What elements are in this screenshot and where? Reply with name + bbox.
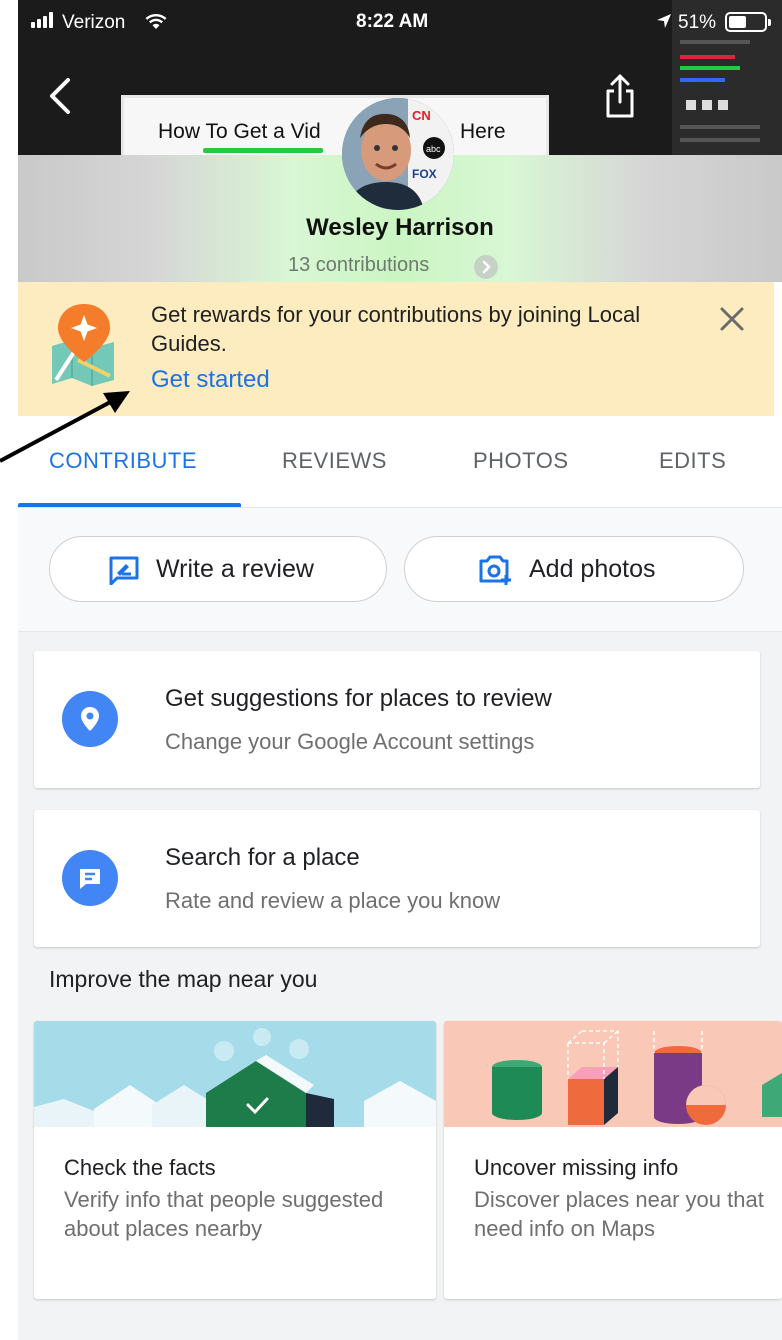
- close-icon[interactable]: [715, 302, 749, 336]
- tile-title: Uncover missing info: [474, 1155, 679, 1180]
- tab-edits[interactable]: EDITS: [659, 448, 726, 474]
- houses-illustration: [34, 1021, 436, 1127]
- add-photos-label: Add photos: [529, 555, 656, 583]
- tile-description: Verify info that people suggested about …: [64, 1187, 384, 1241]
- svg-text:FOX: FOX: [412, 167, 437, 181]
- avatar[interactable]: CN abc FOX: [342, 98, 454, 210]
- chevron-right-icon[interactable]: [474, 255, 498, 279]
- write-review-label: Write a review: [156, 555, 314, 583]
- card-title: Search for a place: [165, 844, 360, 871]
- status-bar: Verizon 8:22 AM 51%: [18, 0, 782, 46]
- avatar-photo: CN abc FOX: [342, 98, 454, 210]
- svg-text:CN: CN: [412, 108, 431, 123]
- location-pin-icon: [62, 691, 118, 747]
- section-heading: Improve the map near you: [49, 966, 318, 992]
- svg-text:abc: abc: [426, 144, 441, 154]
- wifi-icon: [145, 14, 167, 29]
- video-title-left: How To Get a Vid: [158, 120, 321, 143]
- tile-title: Check the facts: [64, 1155, 216, 1180]
- card-title: Get suggestions for places to review: [165, 685, 552, 712]
- tab-photos[interactable]: PHOTOS: [473, 448, 569, 474]
- carrier-name: Verizon: [62, 12, 126, 33]
- chat-icon: [62, 850, 118, 906]
- signal-icon: [31, 12, 53, 28]
- video-title-underline: [203, 148, 323, 153]
- rate-review-icon: [109, 556, 139, 585]
- status-time: 8:22 AM: [356, 11, 429, 32]
- write-review-button[interactable]: Write a review: [49, 536, 387, 602]
- add-photos-button[interactable]: Add photos: [404, 536, 744, 602]
- battery-level: [729, 16, 746, 28]
- add-photo-icon: [479, 555, 511, 585]
- check-facts-tile[interactable]: Check the facts Verify info that people …: [34, 1021, 436, 1299]
- get-started-link[interactable]: Get started: [151, 366, 270, 394]
- tile-description: Discover places near you that need info …: [474, 1187, 764, 1241]
- local-guides-map-icon: [52, 304, 114, 386]
- profile-name: Wesley Harrison: [306, 214, 494, 241]
- shapes-illustration: [444, 1021, 782, 1127]
- search-place-card[interactable]: Search for a place Rate and review a pla…: [34, 810, 760, 947]
- location-arrow-icon: [657, 14, 671, 28]
- quick-actions: Write a review Add photos: [18, 508, 782, 632]
- share-button[interactable]: [600, 72, 640, 120]
- promo-text: Get rewards for your contributions by jo…: [151, 302, 641, 356]
- suggestions-card[interactable]: Get suggestions for places to review Cha…: [34, 651, 760, 788]
- contributions-count[interactable]: 13 contributions: [288, 254, 429, 277]
- active-tab-indicator: [18, 503, 241, 507]
- tab-reviews[interactable]: REVIEWS: [282, 448, 387, 474]
- card-subtitle: Change your Google Account settings: [165, 729, 535, 754]
- missing-info-tile[interactable]: Uncover missing info Discover places nea…: [444, 1021, 782, 1299]
- card-subtitle: Rate and review a place you know: [165, 888, 501, 913]
- battery-icon: [725, 12, 771, 32]
- contribute-content: Write a review Add photos Get suggestion…: [18, 508, 782, 1340]
- video-title-right: Here: [460, 120, 506, 143]
- annotation-arrow-icon: [0, 391, 130, 463]
- back-button[interactable]: [42, 74, 82, 118]
- battery-percent: 51%: [678, 12, 717, 33]
